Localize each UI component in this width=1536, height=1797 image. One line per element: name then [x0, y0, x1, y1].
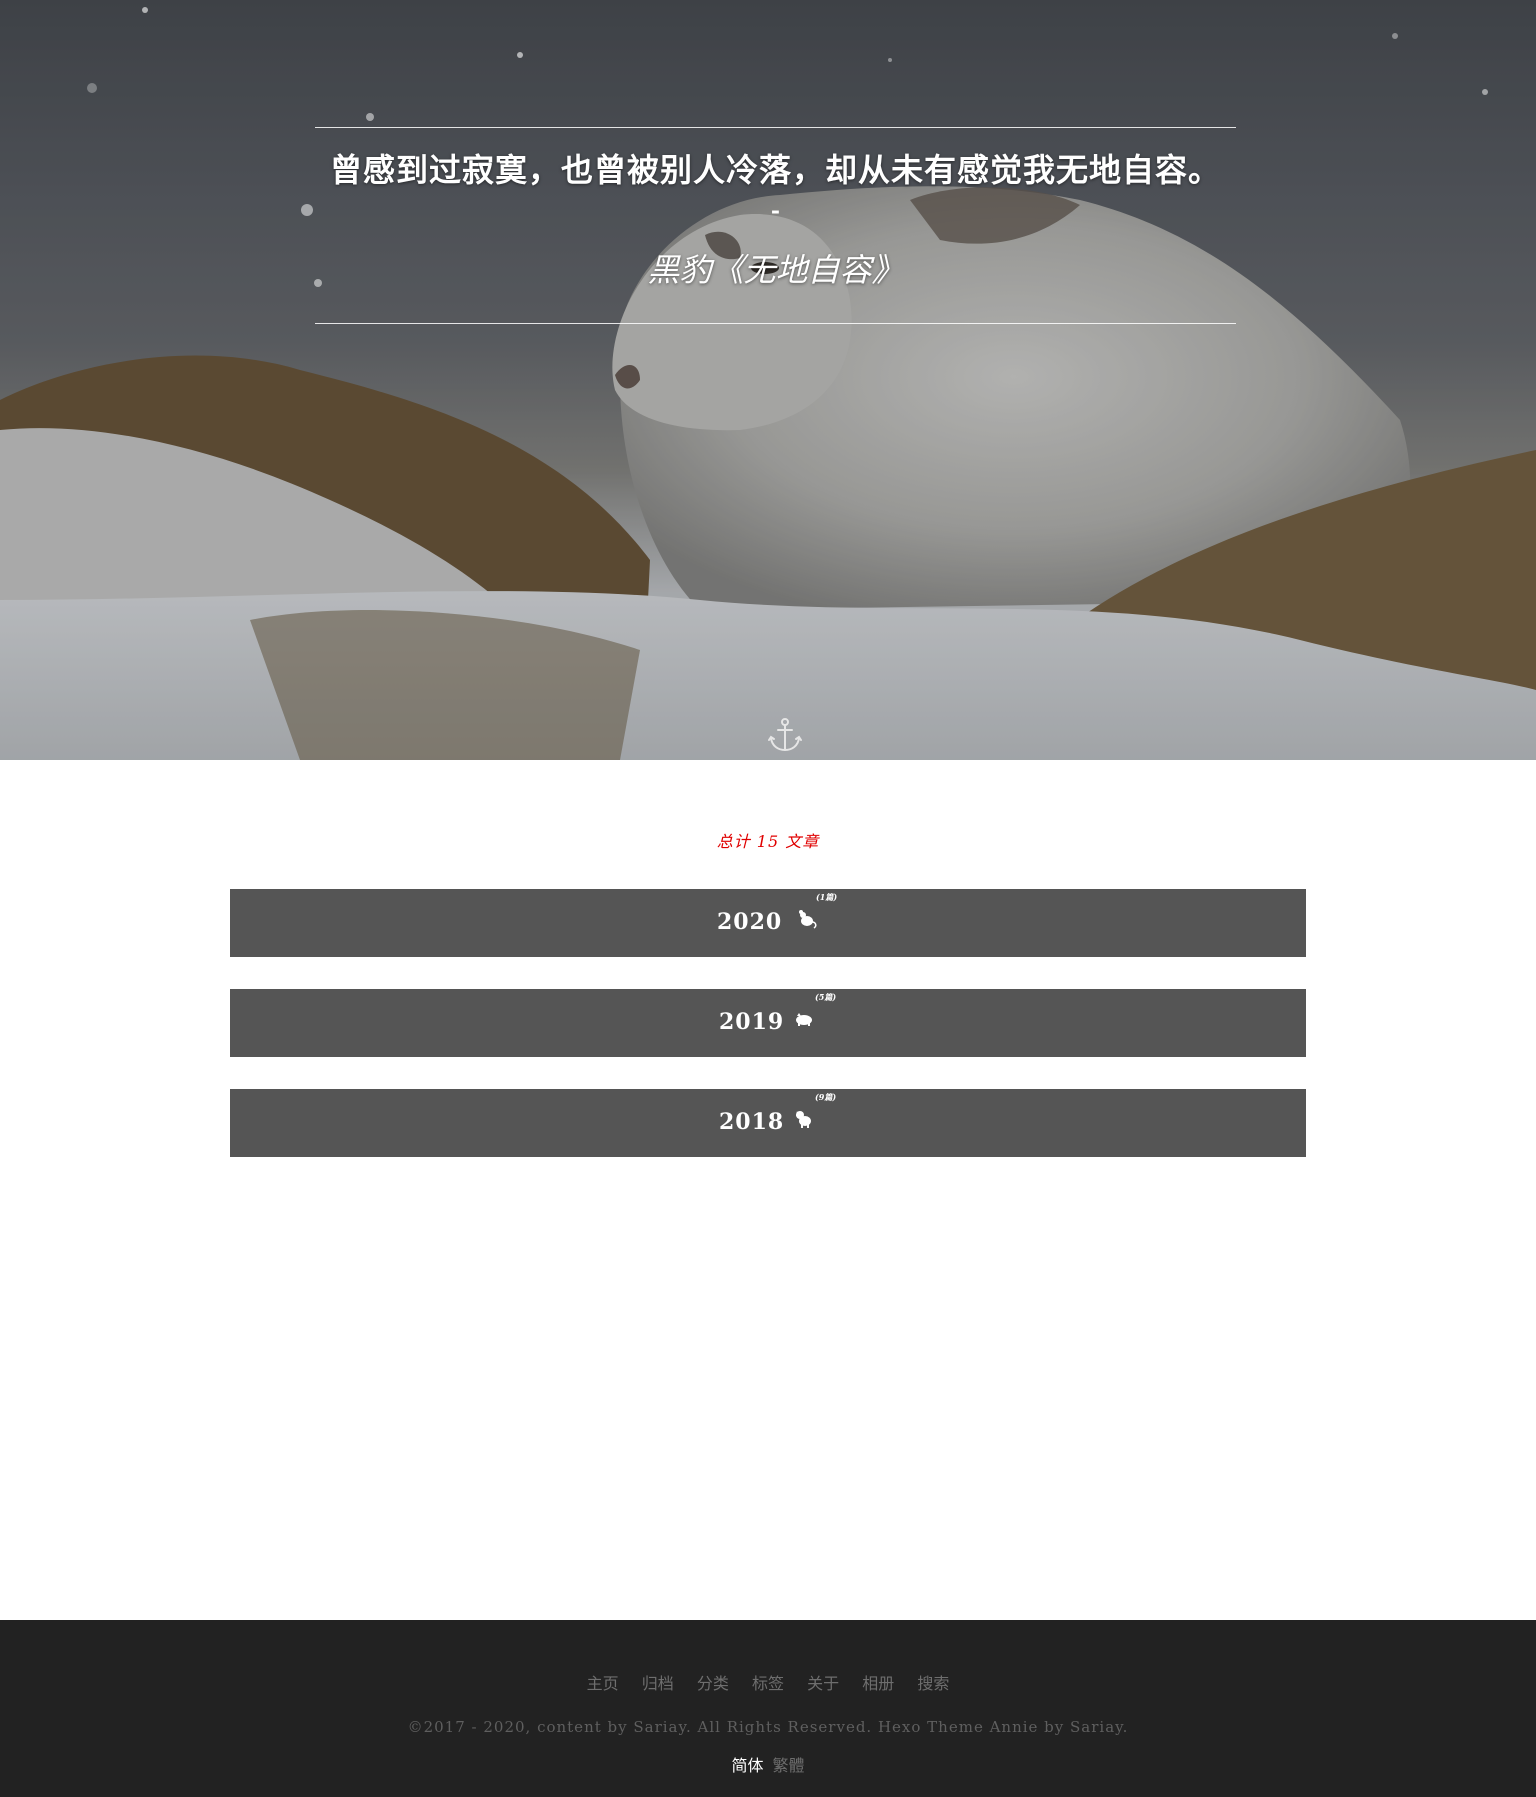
footer: 主页 归档 分类 标签 关于 相册 搜索 ©2017 - 2020, conte… — [0, 1620, 1536, 1797]
lang-traditional-button[interactable]: 繁體 — [773, 1756, 805, 1775]
anchor-icon[interactable] — [766, 716, 804, 754]
footer-link-search[interactable]: 搜索 — [917, 1674, 949, 1693]
quote-dash: - — [770, 198, 781, 224]
year-label: 2020 — [717, 909, 783, 935]
year-post-count: (9篇) — [815, 1092, 837, 1102]
copyright-text: ©2017 - 2020, content by Sariay. All Rig… — [407, 1718, 1129, 1736]
hero-background-image — [0, 0, 1536, 760]
lang-simplified-button[interactable]: 简体 — [731, 1756, 763, 1775]
total-posts-label: 总计 15 文章 — [716, 832, 820, 851]
rat-icon — [799, 910, 817, 929]
footer-link-categories[interactable]: 分类 — [697, 1674, 729, 1693]
quote-author: 黑豹《无地自容》 — [647, 251, 904, 289]
language-switch: 简体 繁體 — [0, 1752, 1536, 1776]
footer-link-home[interactable]: 主页 — [587, 1674, 619, 1693]
year-2018-bar[interactable]: 2018 (9篇) — [230, 1089, 1306, 1157]
year-post-count: (5篇) — [815, 992, 837, 1002]
footer-link-gallery[interactable]: 相册 — [862, 1674, 894, 1693]
footer-link-tags[interactable]: 标签 — [752, 1674, 784, 1693]
year-post-count: (1篇) — [816, 892, 838, 902]
quote-text: 曾感到过寂寞，也曾被别人冷落，却从未有感觉我无地自容。 — [329, 151, 1221, 189]
footer-nav: 主页 归档 分类 标签 关于 相册 搜索 — [0, 1670, 1536, 1694]
year-2020-bar[interactable]: 2020 (1篇) — [230, 889, 1306, 957]
footer-link-archive[interactable]: 归档 — [642, 1674, 674, 1693]
quote-box: 曾感到过寂寞，也曾被别人冷落，却从未有感觉我无地自容。 - 黑豹《无地自容》 — [315, 127, 1236, 324]
year-label: 2018 — [719, 1109, 785, 1135]
year-label: 2019 — [719, 1009, 785, 1035]
dog-icon — [796, 1111, 811, 1128]
year-2019-bar[interactable]: 2019 (5篇) — [230, 989, 1306, 1057]
footer-link-about[interactable]: 关于 — [807, 1674, 839, 1693]
hero-banner: 曾感到过寂寞，也曾被别人冷落，却从未有感觉我无地自容。 - 黑豹《无地自容》 — [0, 0, 1536, 760]
pig-icon — [796, 1013, 812, 1026]
